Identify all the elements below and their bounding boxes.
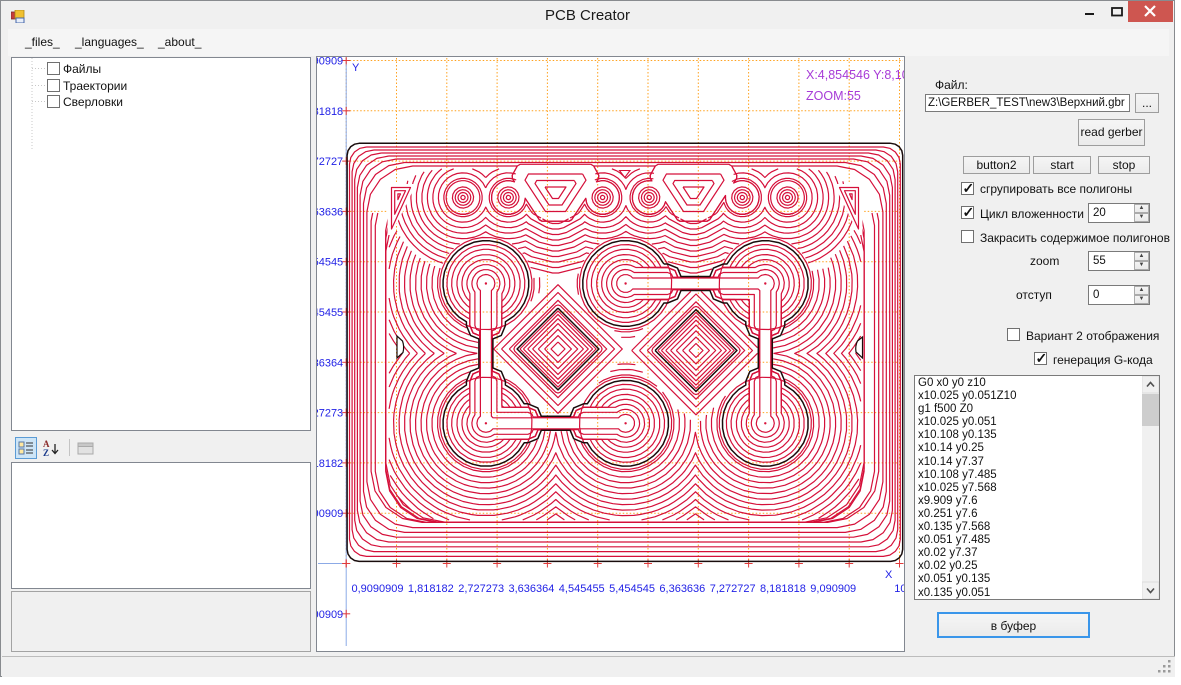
svg-text:7,272727: 7,272727 xyxy=(317,156,343,168)
svg-text:7,272727: 7,272727 xyxy=(710,583,756,595)
svg-text:4,545455: 4,545455 xyxy=(317,307,343,319)
svg-text:4,545455: 4,545455 xyxy=(559,583,605,595)
svg-text:-0,9090909: -0,9090909 xyxy=(317,609,343,621)
svg-text:0,9090909: 0,9090909 xyxy=(317,508,343,520)
svg-text:3,636364: 3,636364 xyxy=(509,583,555,595)
svg-text:ZOOM:55: ZOOM:55 xyxy=(806,89,861,103)
svg-text:2,727273: 2,727273 xyxy=(458,583,504,595)
svg-text:Z: Z xyxy=(43,448,49,458)
svg-text:9,090909: 9,090909 xyxy=(810,583,856,595)
svg-text:Y: Y xyxy=(352,62,360,74)
svg-text:1,818182: 1,818182 xyxy=(317,458,343,470)
svg-text:6,363636: 6,363636 xyxy=(659,583,705,595)
svg-text:8,181818: 8,181818 xyxy=(317,106,343,118)
svg-text:9,090909: 9,090909 xyxy=(317,57,343,68)
svg-text:5,454545: 5,454545 xyxy=(609,583,655,595)
svg-text:2,727273: 2,727273 xyxy=(317,408,343,420)
svg-text:X: X xyxy=(885,569,893,581)
svg-text:5,454545: 5,454545 xyxy=(317,257,343,269)
svg-text:8,181818: 8,181818 xyxy=(760,583,806,595)
svg-text:1,818182: 1,818182 xyxy=(408,583,454,595)
svg-text:0,9090909: 0,9090909 xyxy=(352,583,404,595)
svg-text:X:4,854546 Y:8,109091: X:4,854546 Y:8,109091 xyxy=(806,68,904,82)
svg-text:10: 10 xyxy=(894,583,904,595)
svg-text:3,636364: 3,636364 xyxy=(317,357,343,369)
svg-text:6,363636: 6,363636 xyxy=(317,206,343,218)
